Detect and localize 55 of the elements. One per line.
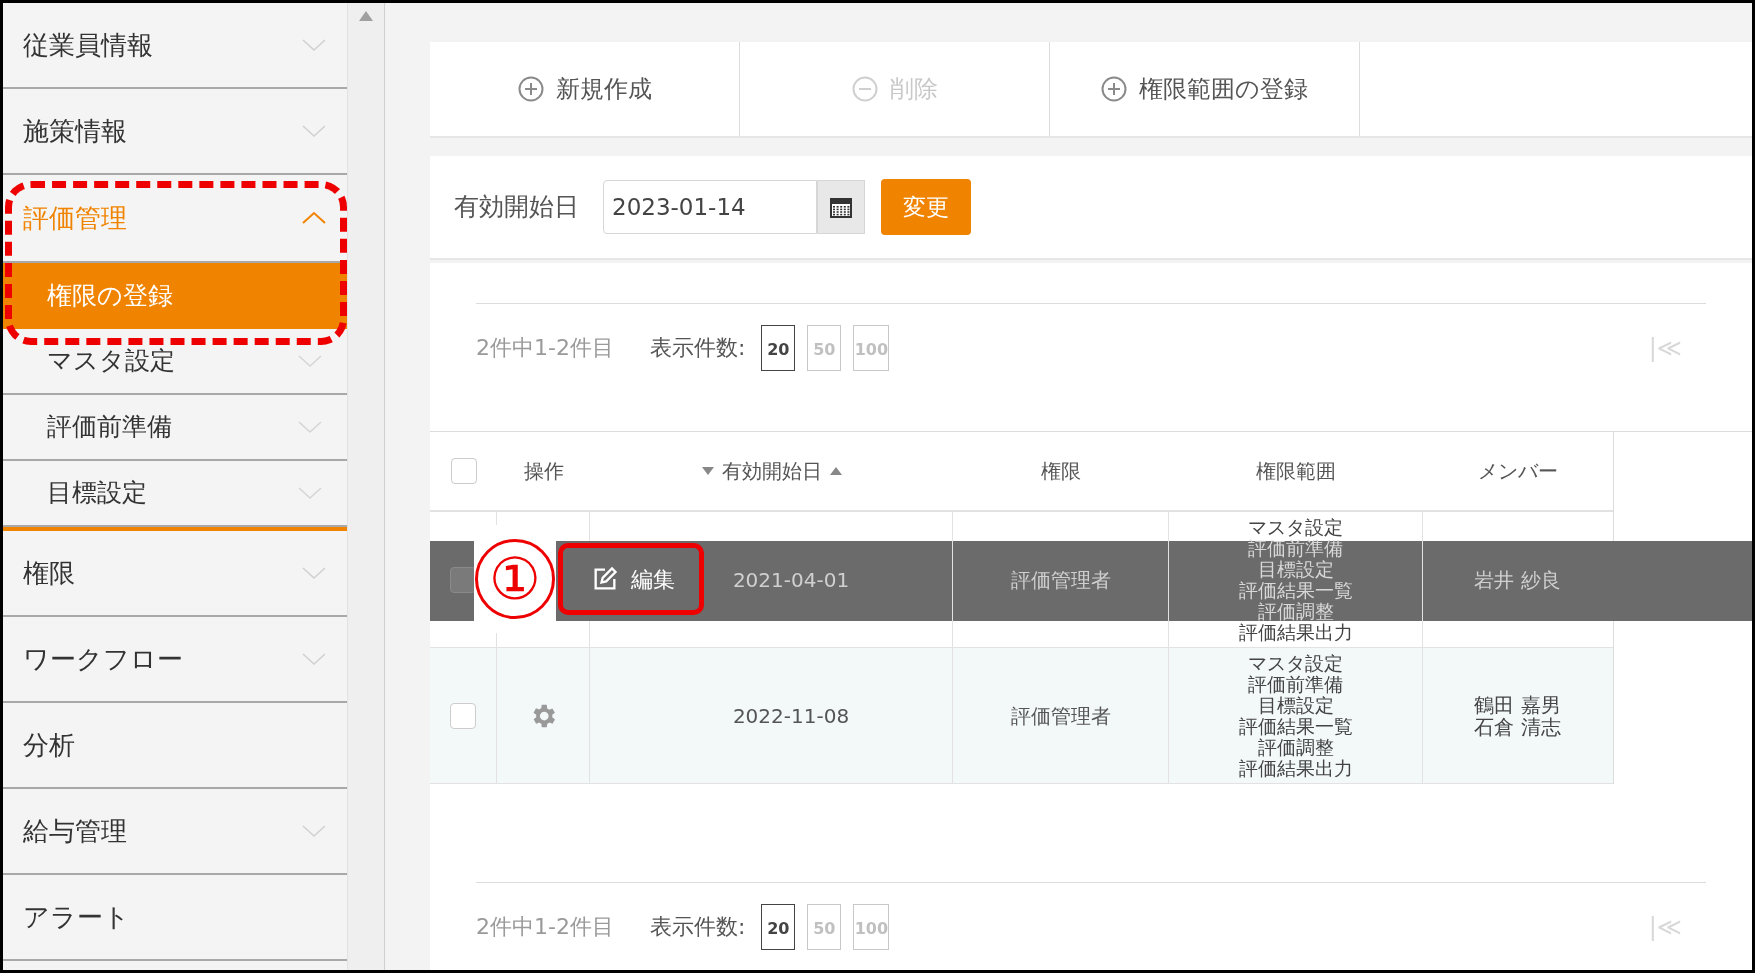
column-header[interactable]: 有効開始日 bbox=[721, 456, 822, 486]
chevron-down-icon bbox=[297, 420, 323, 434]
scope-item: 評価前準備 bbox=[1248, 537, 1343, 559]
scope-item: 目標設定 bbox=[1257, 694, 1334, 716]
chevron-up-icon bbox=[301, 211, 327, 225]
member-name: 岩井 紗良 bbox=[1474, 568, 1561, 591]
page-size-label: 表示件数: bbox=[649, 913, 746, 941]
select-all-checkbox[interactable] bbox=[450, 458, 477, 484]
scroll-up-icon[interactable] bbox=[359, 11, 373, 21]
date-field[interactable]: 2023-01-14 bbox=[603, 180, 817, 234]
role-cell-text: 評価管理者 bbox=[1010, 566, 1111, 594]
toolbar-button[interactable]: 権限範囲の登録 bbox=[1050, 42, 1360, 136]
sort-ascending-icon[interactable] bbox=[829, 467, 842, 475]
column-header: 権限範囲 bbox=[1256, 458, 1336, 485]
page-size-option[interactable]: 20 bbox=[761, 324, 796, 371]
plus-circle-icon bbox=[517, 76, 544, 102]
scope-item: 評価前準備 bbox=[1248, 673, 1343, 695]
chevron-down-icon bbox=[301, 824, 327, 838]
scope-item: 評価結果一覧 bbox=[1238, 579, 1353, 601]
chevron-down-icon bbox=[301, 124, 327, 138]
scope-item: マスタ設定 bbox=[1248, 516, 1343, 538]
edit-menu-button[interactable]: 編集 bbox=[558, 543, 704, 615]
scope-item: 評価調整 bbox=[1257, 600, 1334, 622]
column-header: メンバー bbox=[1477, 458, 1558, 485]
scope-item: 評価調整 bbox=[1257, 736, 1334, 758]
date-cell-text: 2022-11-08 bbox=[732, 702, 850, 730]
scope-item: 目標設定 bbox=[1257, 558, 1334, 580]
chevron-down-icon bbox=[301, 38, 327, 52]
calendar-icon bbox=[829, 195, 853, 219]
scope-item: 評価結果出力 bbox=[1238, 621, 1353, 643]
member-name: 石倉 清志 bbox=[1474, 715, 1561, 738]
sort-descending-icon[interactable] bbox=[701, 467, 714, 475]
scope-item: マスタ設定 bbox=[1248, 652, 1343, 674]
chevron-down-icon bbox=[301, 566, 327, 580]
column-header: 権限 bbox=[1041, 458, 1081, 485]
row-checkbox[interactable] bbox=[450, 702, 476, 729]
page-size-option[interactable]: 20 bbox=[761, 903, 796, 950]
toolbar-button[interactable]: 新規作成 bbox=[430, 42, 740, 136]
scope-item: 評価結果出力 bbox=[1238, 757, 1353, 779]
result-count: 2件中1-2件目 bbox=[476, 334, 614, 362]
member-name: 鶴田 嘉男 bbox=[1474, 693, 1561, 716]
chevron-down-icon bbox=[297, 486, 323, 500]
scope-item: 評価結果一覧 bbox=[1238, 715, 1353, 737]
role-cell-text: 評価管理者 bbox=[1010, 702, 1111, 730]
calendar-button[interactable] bbox=[817, 180, 865, 234]
chevron-down-icon bbox=[297, 354, 323, 368]
chevron-down-icon bbox=[301, 652, 327, 666]
date-cell-text: 2021-04-01 bbox=[732, 566, 850, 594]
plus-circle-icon bbox=[1101, 76, 1127, 102]
date-label: 有効開始日 bbox=[454, 191, 579, 224]
minus-circle-icon bbox=[851, 76, 878, 102]
column-header: 操作 bbox=[523, 458, 564, 485]
step-number-callout: ① bbox=[474, 525, 556, 633]
result-count: 2件中1-2件目 bbox=[476, 913, 614, 941]
page-size-label: 表示件数: bbox=[649, 334, 746, 362]
